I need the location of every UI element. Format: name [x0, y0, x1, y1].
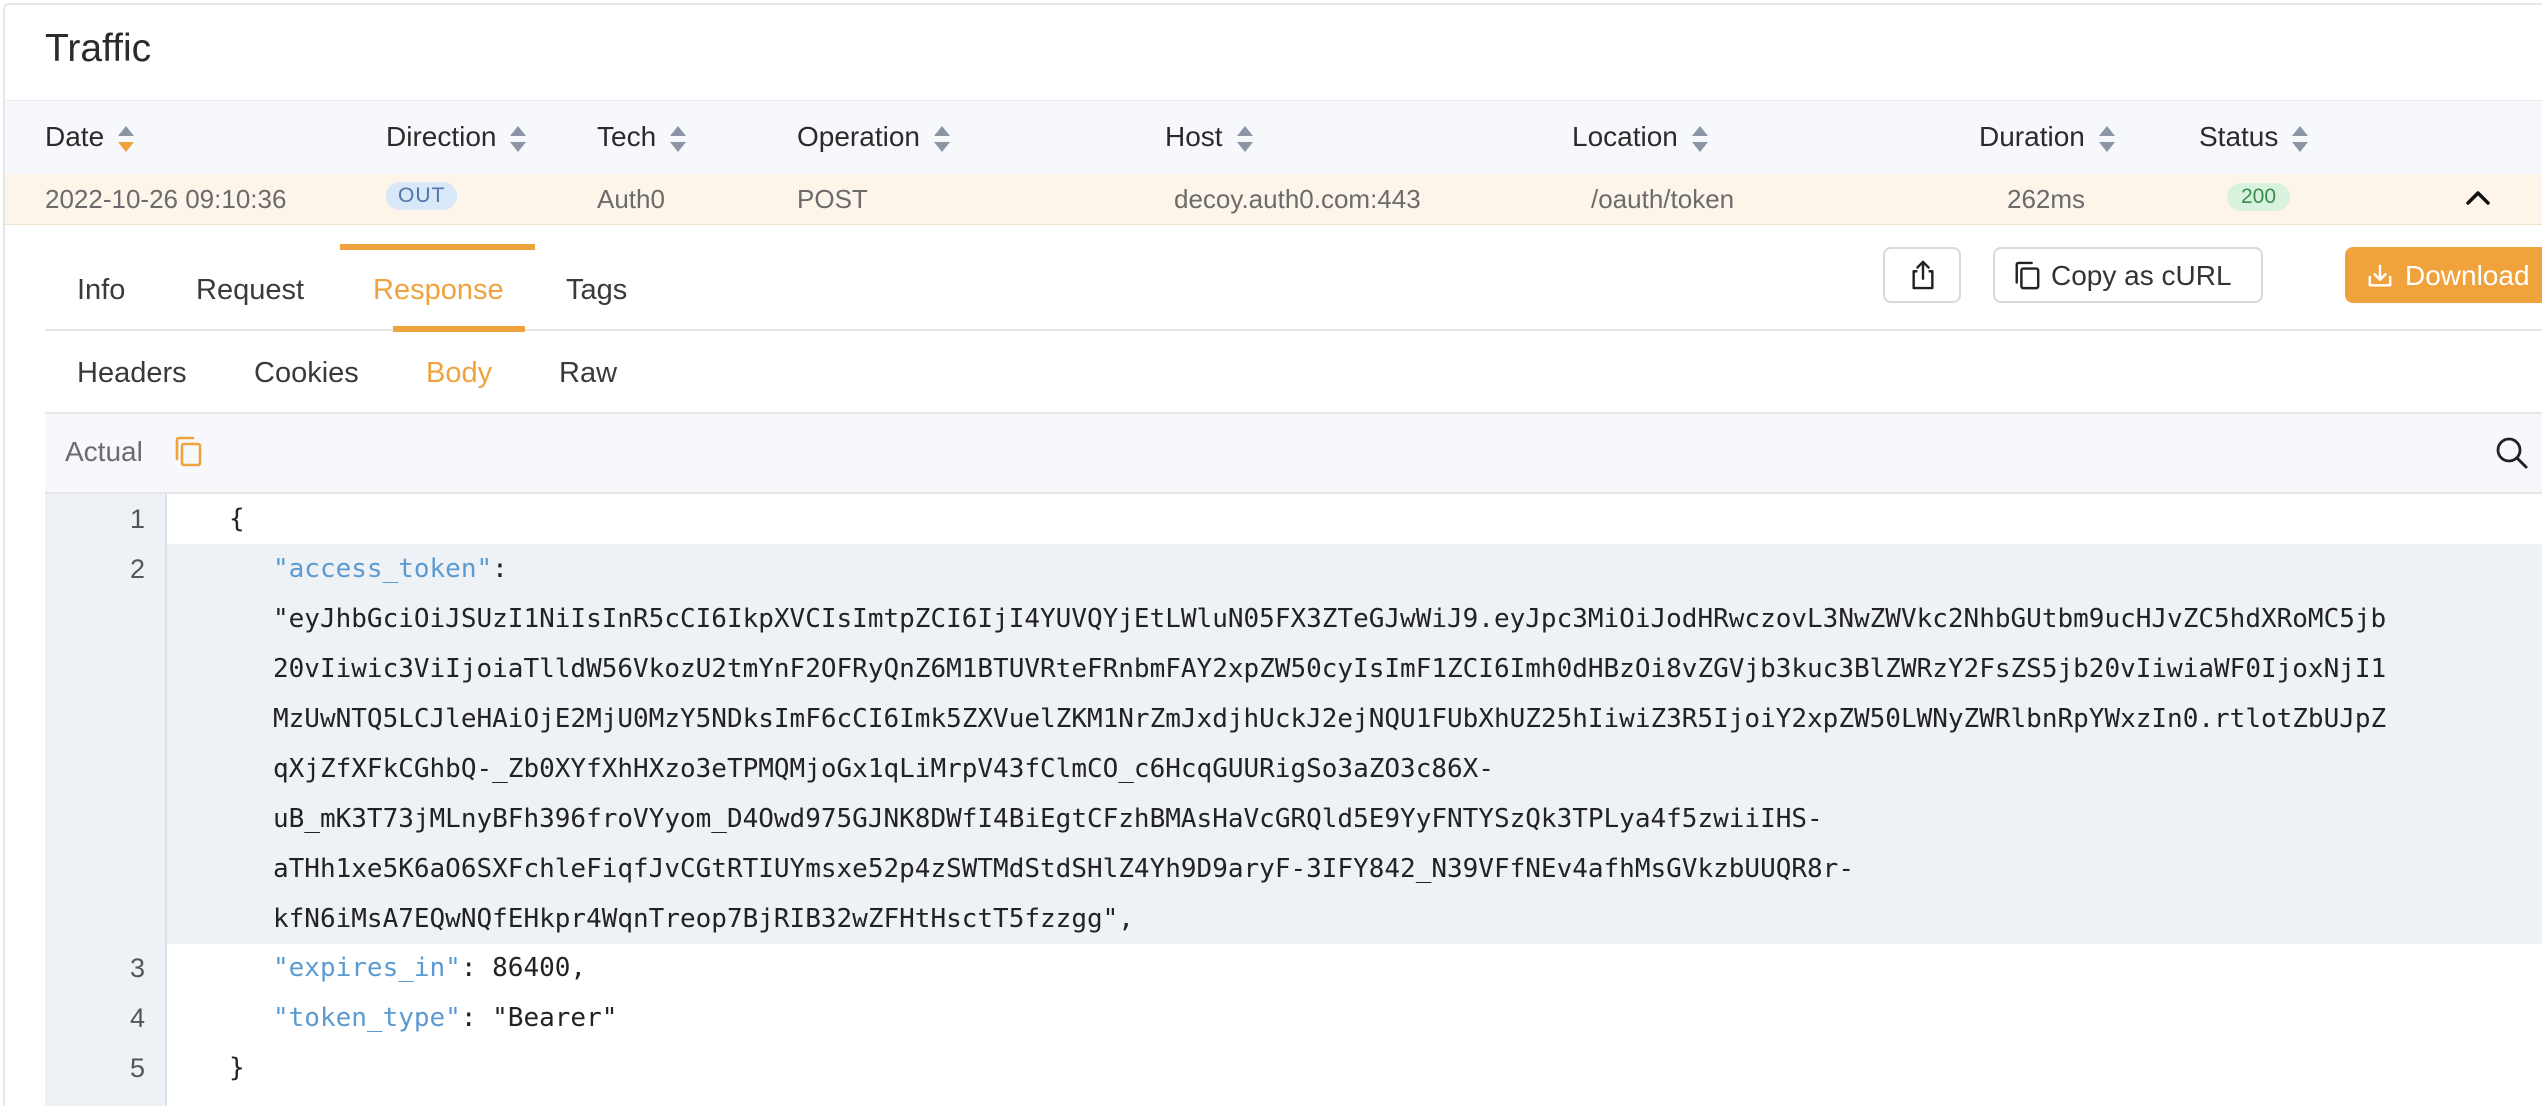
column-label: Host [1165, 121, 1223, 152]
tab-info[interactable]: Info [77, 274, 125, 307]
sort-icon[interactable] [933, 125, 950, 152]
column-label: Status [2199, 121, 2279, 152]
tab-headers[interactable]: Headers [77, 357, 187, 390]
code-open-brace: { [229, 504, 245, 534]
code-value-line: "eyJhbGciOiJSUzI1NiIsInR5cCI6IkpXVCIsImt… [273, 604, 2387, 634]
sort-icon[interactable] [118, 125, 135, 152]
column-date[interactable]: Date [45, 121, 135, 153]
sort-icon[interactable] [2098, 125, 2115, 152]
code-key-line: "access_token": [273, 554, 508, 584]
share-icon [1912, 260, 1934, 290]
column-label: Direction [386, 121, 497, 152]
cell-host: decoy.auth0.com:443 [1174, 184, 1421, 214]
cell-operation: POST [797, 184, 868, 214]
code-close-brace: } [229, 1053, 245, 1083]
copy-icon[interactable] [173, 436, 203, 468]
actual-label: Actual [65, 436, 143, 467]
json-value: : "Bearer" [460, 1003, 618, 1033]
cell-duration: 262ms [2007, 184, 2086, 214]
search-icon[interactable] [2495, 436, 2529, 470]
code-line-token-type: "token_type": "Bearer" [273, 1003, 617, 1033]
column-status[interactable]: Status [2199, 121, 2309, 153]
code-line-expires: "expires_in": 86400, [273, 953, 586, 983]
line-number: 3 [129, 953, 145, 983]
response-tabs: Headers Cookies Body Raw [45, 331, 2542, 414]
table-row[interactable]: 2022-10-26 09:10:36 OUT Auth0 POST decoy… [5, 174, 2542, 225]
status-badge: 200 [2227, 183, 2291, 211]
column-label: Date [45, 121, 105, 152]
json-value: : 86400, [460, 953, 587, 983]
copy-as-curl-button[interactable]: Copy as cURL [1993, 247, 2263, 303]
column-label: Location [1572, 121, 1678, 152]
column-host[interactable]: Host [1165, 121, 1253, 153]
cell-date: 2022-10-26 09:10:36 [45, 184, 287, 214]
detail-tabs: Info Request Response Tags Copy as cURL [45, 226, 2542, 332]
tab-tags[interactable]: Tags [566, 274, 627, 307]
sort-icon[interactable] [2292, 125, 2309, 152]
active-tab-indicator-top [340, 244, 535, 250]
column-label: Operation [797, 121, 920, 152]
copy-as-curl-label: Copy as cURL [2051, 260, 2232, 291]
code-value-line: MzUwNTQ5LCJleHAiOjE2MjU0MzY5NDksImF6cCI6… [273, 704, 2387, 734]
download-button[interactable]: Download [2345, 247, 2542, 303]
code-value-line: qXjZfXFkCGhbQ-_Zb0XYfXhHXzo3eTPMQMjoGx1q… [273, 754, 1494, 784]
line-number: 2 [129, 554, 145, 584]
json-key: "expires_in" [273, 953, 461, 983]
download-icon [2368, 264, 2392, 287]
code-value-line: uB_mK3T73jMLnyBFh396froVYyom_D4Owd975GJN… [273, 804, 1823, 834]
code-editor[interactable]: 1 2 3 4 5 { "access_token": "eyJhbGciOiJ… [45, 494, 2542, 1106]
tab-body[interactable]: Body [426, 357, 492, 390]
download-label: Download [2405, 260, 2530, 291]
cell-tech: Auth0 [597, 184, 665, 214]
direction-badge: OUT [386, 182, 458, 210]
column-label: Duration [1979, 121, 2085, 152]
column-operation[interactable]: Operation [797, 121, 950, 153]
json-colon: : [492, 554, 508, 584]
chevron-up-icon[interactable] [2465, 190, 2491, 206]
code-value-line: 20vIiwic3ViIjoiaTlldW56VkozU2tmYnF2OFRyQ… [273, 654, 2387, 684]
tab-response[interactable]: Response [373, 274, 504, 307]
sort-icon[interactable] [1691, 125, 1708, 152]
tab-cookies[interactable]: Cookies [254, 357, 359, 390]
table-header: Date Direction Tech Operation Host Locat… [5, 100, 2542, 176]
json-key: "access_token" [273, 554, 493, 584]
column-duration[interactable]: Duration [1979, 121, 2115, 153]
line-number: 1 [129, 504, 145, 534]
column-label: Tech [597, 121, 657, 152]
line-number: 5 [129, 1053, 145, 1083]
column-direction[interactable]: Direction [386, 121, 527, 153]
copy-icon [2015, 261, 2040, 290]
json-key: "token_type" [273, 1003, 461, 1033]
sort-icon[interactable] [1236, 125, 1253, 152]
code-value-line: kfN6iMsA7EQwNQfEHkpr4WqnTreop7BjRIB32wZF… [273, 904, 1134, 934]
cell-location: /oauth/token [1591, 184, 1735, 214]
tab-raw[interactable]: Raw [559, 357, 617, 390]
page-title: Traffic [45, 27, 152, 70]
column-location[interactable]: Location [1572, 121, 1708, 153]
share-button[interactable] [1883, 247, 1961, 303]
traffic-panel: Traffic Date Direction Tech Operation Ho… [3, 3, 2542, 1106]
line-number: 4 [129, 1003, 145, 1033]
body-toolbar: Actual [45, 414, 2542, 494]
code-value-line: aTHh1xe5K6aO6SXFchleFiqfJvCGtRTIUYmsxe52… [273, 854, 1854, 884]
tab-request[interactable]: Request [196, 274, 304, 307]
sort-icon[interactable] [510, 125, 527, 152]
column-tech[interactable]: Tech [597, 121, 687, 153]
sort-icon[interactable] [670, 125, 687, 152]
